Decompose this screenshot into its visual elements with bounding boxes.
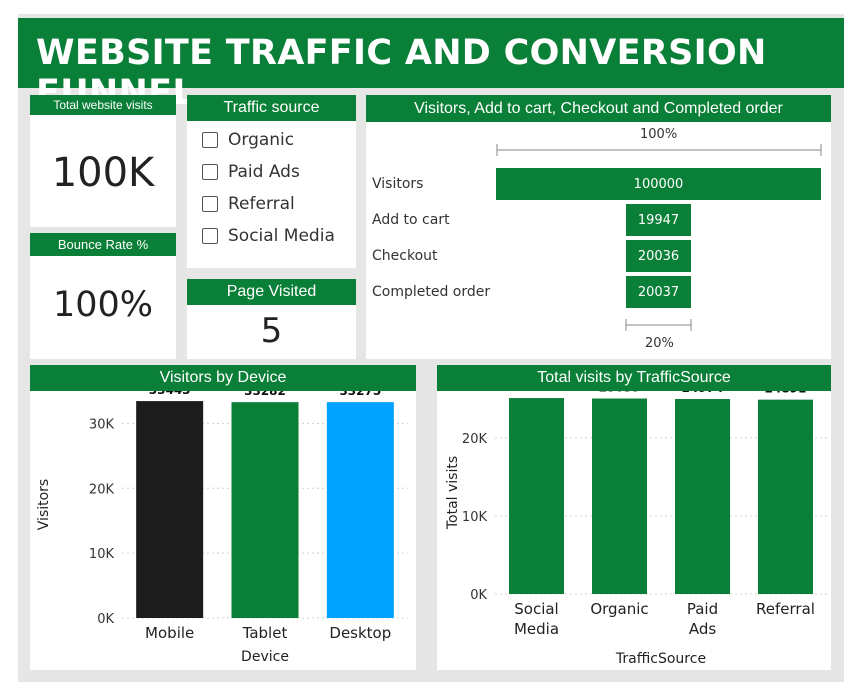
funnel-bottom-bracket	[625, 319, 692, 331]
filter-option-label: Social Media	[228, 226, 335, 246]
device-chart-title: Visitors by Device	[30, 365, 416, 391]
traffic-source-slicer: Traffic source Organic Paid Ads Referral…	[187, 95, 356, 268]
filter-option-paid-ads[interactable]: Paid Ads	[202, 162, 300, 182]
filter-option-social-media[interactable]: Social Media	[202, 226, 335, 246]
funnel-stage-label: Add to cart	[372, 212, 450, 228]
x-tick-label: Organic	[590, 600, 648, 618]
y-tick-label: 0K	[470, 588, 487, 603]
funnel-bar-visitors[interactable]: 100000	[496, 168, 821, 200]
funnel-stage-label: Visitors	[372, 176, 424, 192]
bar-value-label: 24974	[682, 391, 724, 395]
checkbox[interactable]	[202, 196, 218, 212]
x-axis-label: TrafficSource	[615, 651, 706, 667]
y-axis-label: Visitors	[36, 479, 52, 530]
x-tick-label: Paid	[687, 600, 718, 618]
x-tick-label: Mobile	[145, 624, 194, 642]
filter-option-label: Organic	[228, 130, 295, 150]
bar[interactable]	[592, 398, 647, 594]
checkbox[interactable]	[202, 164, 218, 180]
traffic-source-title: Traffic source	[187, 95, 356, 121]
bar[interactable]	[326, 402, 394, 618]
device-chart-svg: 0K 10K 20K 30K Visitors Device 33443 Mobile 3328…	[36, 391, 408, 665]
y-axis-label: Total visits	[445, 456, 461, 530]
source-chart-svg: 0K 10K 20KTotal visits TrafficSource 25096 So…	[445, 391, 827, 667]
visits-by-source-chart: Total visits by TrafficSource 0K 10K 20K To…	[437, 365, 831, 670]
filter-option-label: Paid Ads	[228, 162, 300, 182]
bar-value-label: 25096	[516, 391, 558, 394]
bar[interactable]	[675, 399, 730, 594]
x-tick-label: Social	[514, 600, 558, 618]
total-visits-value: 100K	[51, 150, 155, 196]
funnel-title: Visitors, Add to cart, Checkout and Comp…	[366, 95, 831, 122]
y-tick-label: 30K	[89, 417, 115, 432]
funnel-bar-completed-order[interactable]: 20037	[626, 276, 691, 308]
funnel-top-percent: 100%	[640, 127, 678, 142]
total-visits-card[interactable]: Total website visits 100K	[30, 95, 176, 227]
y-tick-label: 20K	[462, 432, 488, 447]
bounce-rate-value: 100%	[52, 285, 154, 325]
y-tick-label: 10K	[462, 510, 488, 525]
funnel-top-bracket	[496, 144, 822, 156]
bounce-rate-card[interactable]: Bounce Rate % 100%	[30, 233, 176, 359]
bar-value-label: 24891	[765, 391, 807, 396]
filter-option-organic[interactable]: Organic	[202, 130, 294, 150]
pages-visited-card[interactable]: Page Visited 5	[187, 279, 356, 359]
bounce-rate-label: Bounce Rate %	[30, 233, 176, 256]
x-tick-label: Media	[514, 620, 559, 638]
x-tick-label: Referral	[756, 600, 815, 618]
x-tick-label: Tablet	[242, 624, 288, 642]
y-tick-label: 20K	[89, 482, 115, 497]
filter-option-label: Referral	[228, 194, 295, 214]
checkbox[interactable]	[202, 132, 218, 148]
x-tick-label: Ads	[689, 620, 717, 638]
bar-value-label: 33275	[339, 391, 381, 398]
y-tick-label: 10K	[89, 547, 115, 562]
funnel-bottom-percent: 20%	[645, 336, 674, 351]
filter-option-referral[interactable]: Referral	[202, 194, 295, 214]
total-visits-label: Total website visits	[30, 95, 176, 115]
visitors-by-device-chart: Visitors by Device 0K 10K 20K 30K Visitors De…	[30, 365, 416, 670]
checkbox[interactable]	[202, 228, 218, 244]
bar[interactable]	[136, 401, 204, 618]
funnel-stage-label: Checkout	[372, 248, 438, 264]
bar-value-label: 33443	[149, 391, 191, 397]
funnel-bar-add-to-cart[interactable]: 19947	[626, 204, 691, 236]
pages-visited-value: 5	[260, 311, 283, 351]
bar[interactable]	[231, 402, 299, 618]
dashboard-header: WEBSITE TRAFFIC AND CONVERSION FUNNEL	[18, 18, 844, 113]
funnel-stage-label: Completed order	[372, 284, 491, 300]
source-chart-title: Total visits by TrafficSource	[437, 365, 831, 391]
bar-value-label: 25039	[599, 391, 641, 395]
bar[interactable]	[758, 399, 813, 594]
bar-value-label: 33282	[244, 391, 286, 398]
pages-visited-label: Page Visited	[187, 279, 356, 305]
x-axis-label: Device	[241, 649, 289, 665]
funnel-bar-checkout[interactable]: 20036	[626, 240, 691, 272]
x-tick-label: Desktop	[329, 624, 391, 642]
bar[interactable]	[509, 398, 564, 594]
conversion-funnel: Visitors, Add to cart, Checkout and Comp…	[366, 95, 831, 359]
y-tick-label: 0K	[97, 612, 114, 627]
